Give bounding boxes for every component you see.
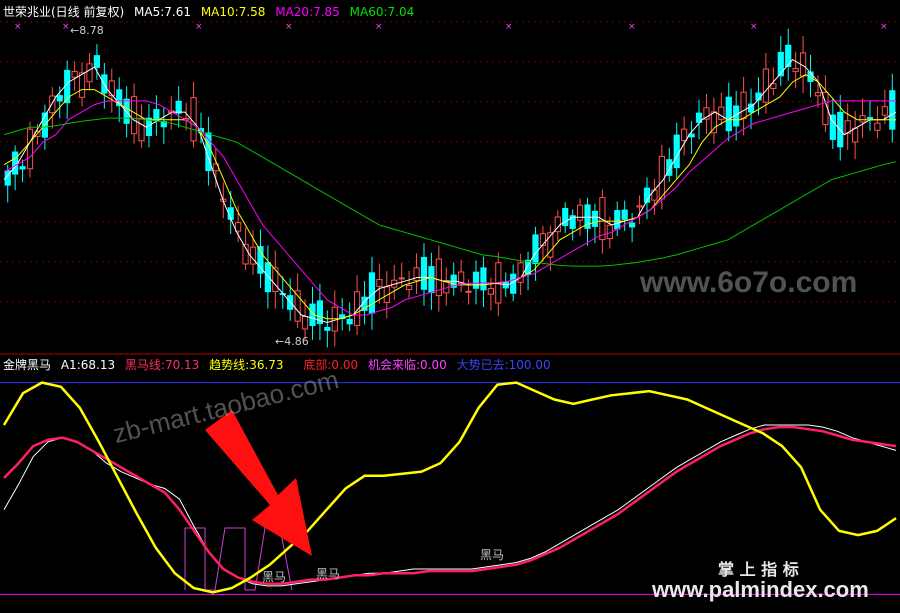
heima-signal-2: 黑马 (316, 567, 341, 581)
candle-body (420, 256, 428, 290)
ma-line-ma60 (3, 117, 897, 267)
candle-body (78, 72, 86, 98)
chart-stage: × × × × × × × × × 世荣兆业(日线 前复权) MA5:7.61 MA10:7.5… (0, 0, 900, 613)
candle-body (487, 288, 494, 295)
top-legend: 世荣兆业(日线 前复权) MA5:7.61 MA10:7.58 MA20:7.8… (3, 5, 420, 19)
top-marker: × (750, 22, 758, 32)
candle-body (56, 95, 63, 102)
candle-body (658, 155, 665, 200)
candle-body (629, 222, 636, 228)
candle-body (264, 262, 271, 293)
candle-body (889, 90, 896, 130)
candle-body (881, 106, 888, 116)
indicator-name: 金牌黑马 (3, 358, 52, 372)
candle-body (621, 209, 628, 220)
candle-body (636, 205, 643, 208)
candle-body (866, 116, 874, 119)
top-marker: × (880, 22, 888, 32)
heima-label: 黑马线:70.13 (124, 358, 200, 372)
stock-name: 世荣兆业(日线 前复权) (3, 5, 125, 19)
candle-body (465, 290, 472, 293)
candle-body (532, 234, 539, 265)
candle-body (681, 128, 688, 142)
candle-body (19, 166, 26, 170)
bottom-legend: 金牌黑马 A1:68.13 黑马线:70.13 趋势线:36.73 底部:0.0… (3, 358, 557, 372)
ma20-label: MA20:7.85 (275, 5, 340, 19)
candle-body (740, 91, 747, 119)
candle-body (762, 68, 770, 103)
candle-body (539, 233, 547, 246)
top-marker: × (375, 22, 383, 32)
candle-body (12, 151, 19, 175)
candle-body (777, 52, 784, 77)
candle-body (138, 117, 145, 142)
candle-body (130, 96, 138, 135)
ma5-label: MA5:7.61 (134, 5, 191, 19)
top-marker: × (195, 22, 203, 32)
gone-label: 大势已去:100.00 (456, 358, 551, 372)
candle-body (235, 222, 242, 232)
ma10-label: MA10:7.58 (200, 5, 266, 19)
candle-body (852, 127, 859, 143)
red-arrow (205, 410, 312, 556)
candle-body (49, 95, 56, 114)
candle-body (874, 122, 881, 131)
trend-label: 趋势线:36.73 (209, 358, 284, 372)
candle-body (725, 96, 732, 132)
top-marker: × (505, 22, 513, 32)
ma60-label: MA60:7.04 (349, 5, 415, 19)
candle-body (153, 109, 160, 121)
candle-body (710, 111, 717, 134)
candle-body (93, 55, 101, 68)
candle-body (576, 204, 584, 221)
heima-signal-3: 黑马 (480, 548, 505, 562)
chance-label: 机会来临:0.00 (367, 358, 447, 372)
candle-body (472, 271, 480, 289)
candle-body (324, 326, 331, 331)
candle-body (814, 92, 822, 97)
heima-signal-1: 黑马 (262, 570, 287, 584)
top-marker: × (62, 22, 70, 32)
candle-body (510, 273, 517, 294)
candle-body (517, 262, 524, 283)
top-marker: × (14, 22, 22, 32)
watermark-palmindex: www.palmindex.com (652, 577, 869, 602)
price-high-annotation: ←8.78 (70, 24, 104, 37)
candle-body (859, 115, 866, 123)
candle-body (428, 266, 435, 294)
candle-body (673, 134, 680, 169)
candle-body (376, 279, 383, 287)
candle-body (71, 71, 78, 78)
candle-body (301, 315, 309, 330)
top-marker: × (285, 22, 293, 32)
top-marker: × (628, 22, 636, 32)
candle-body (175, 100, 182, 114)
candle-body (591, 210, 599, 227)
candle-body (26, 128, 34, 170)
candle-body (398, 277, 405, 280)
candle-body (406, 284, 413, 290)
chart-canvas: × × × × × × × × × (0, 21, 900, 595)
watermark-6o7o: www.6o7o.com (640, 266, 858, 299)
candle-body (792, 68, 799, 73)
a1-label: A1:68.13 (60, 358, 116, 372)
candle-body (614, 210, 621, 230)
candle-body (86, 63, 93, 83)
candle-body (346, 318, 353, 325)
candle-body (480, 267, 487, 291)
price-low-annotation: ←4.86 (275, 335, 309, 348)
